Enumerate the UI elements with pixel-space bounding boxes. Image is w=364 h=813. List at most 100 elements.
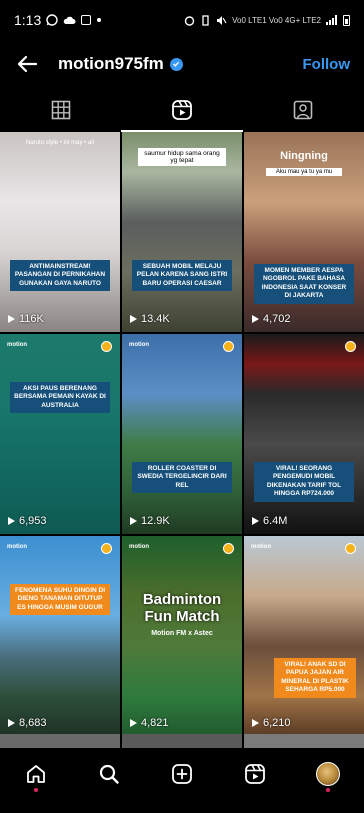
reel-caption: ANTIMAINSTREAM! PASANGAN DI PERNIKAHAN G…: [10, 260, 110, 292]
reel-tile[interactable]: Ningning Aku mau ya tu ya mu MOMEN MEMBE…: [244, 132, 364, 332]
reel-top-text: saumur hidup sama orang yg tepat: [138, 148, 226, 166]
brand-logo: motion: [251, 544, 271, 550]
nav-search[interactable]: [89, 754, 129, 794]
play-icon: [130, 315, 137, 323]
reel-view-count: 8,683: [19, 717, 47, 729]
sun-logo-icon: [223, 543, 234, 554]
follow-button[interactable]: Follow: [303, 56, 351, 73]
reels-grid: Naruto style • ini may • all ANTIMAINSTR…: [0, 132, 364, 736]
tab-grid[interactable]: [0, 88, 121, 132]
signal-icon: [326, 15, 337, 25]
reel-caption: MOMEN MEMBER AESPA NGOBROL PAKE BAHASA I…: [254, 264, 354, 304]
reel-tile[interactable]: motion Badminton Fun Match Motion FM x A…: [122, 536, 242, 736]
reel-views: 116K: [8, 313, 44, 325]
reel-tile[interactable]: motion AKSI PAUS BERENANG BERSAMA PEMAIN…: [0, 334, 120, 534]
search-icon: [100, 764, 119, 784]
reel-top-text: Ningning: [280, 150, 328, 162]
reel-subtitle: Aku mau ya tu ya mu: [266, 168, 342, 176]
whatsapp-icon: [46, 14, 58, 26]
play-icon: [252, 517, 259, 525]
brand-logo: motion: [129, 342, 149, 348]
reel-view-count: 6.4M: [263, 515, 288, 527]
arrow-left-icon: [17, 55, 38, 73]
play-icon: [252, 315, 259, 323]
reel-tile-peek: [244, 734, 364, 748]
profile-avatar: [315, 762, 340, 786]
nav-home[interactable]: [16, 754, 56, 794]
sun-logo-icon: [223, 341, 234, 352]
tagged-icon: [294, 100, 313, 120]
reel-views: 6,953: [8, 515, 47, 527]
reels-icon: [172, 100, 192, 120]
reel-tile[interactable]: motion ROLLER COASTER DI SWEDIA TERGELIN…: [122, 334, 242, 534]
play-icon: [8, 719, 15, 727]
sun-logo-icon: [101, 543, 112, 554]
battery-icon: [343, 14, 350, 26]
bottom-navigation: [0, 748, 364, 800]
tab-reels[interactable]: [121, 88, 243, 132]
reel-caption: VIRAL! ANAK SD DI PAPUA JAJAN AIR MINERA…: [274, 658, 356, 698]
status-time: 1:13: [14, 12, 42, 28]
sun-logo-icon: [101, 341, 112, 352]
network-label: Vo0 LTE1 Vo0 4G+ LTE2: [232, 15, 321, 25]
reel-view-count: 13.4K: [141, 313, 170, 325]
back-button[interactable]: [14, 51, 40, 77]
verified-badge-icon: [169, 57, 183, 71]
next-row-peek: [0, 734, 364, 748]
reel-tile[interactable]: motion FENOMENA SUHU DINGIN DI DIENG TAN…: [0, 536, 120, 736]
reel-views: 4,702: [252, 313, 291, 325]
reel-tile-peek: [122, 734, 242, 748]
reel-caption: FENOMENA SUHU DINGIN DI DIENG TANAMAN DI…: [10, 584, 110, 616]
home-icon: [27, 765, 46, 783]
reel-view-count: 4,702: [263, 313, 291, 325]
play-icon: [130, 719, 137, 727]
mute-icon: [217, 15, 227, 25]
vibrate-icon: [202, 14, 209, 26]
reel-caption: ROLLER COASTER DI SWEDIA TERGELINCIR DAR…: [132, 462, 232, 494]
profile-username: motion975fm: [58, 54, 164, 73]
nav-create[interactable]: [162, 754, 202, 794]
nav-reels[interactable]: [235, 754, 275, 794]
reel-view-count: 4,821: [141, 717, 169, 729]
brand-logo: motion: [7, 544, 27, 550]
reel-tile[interactable]: saumur hidup sama orang yg tepat SEBUAH …: [122, 132, 242, 332]
system-navigation-bar: [0, 800, 364, 813]
play-icon: [130, 517, 137, 525]
reel-top-text: Badminton Fun Match: [142, 591, 222, 625]
reel-view-count: 12.9K: [141, 515, 170, 527]
brand-logo: motion: [7, 342, 27, 348]
notification-dot: [325, 788, 330, 792]
create-icon: [172, 764, 192, 784]
reel-views: 6.4M: [252, 515, 287, 527]
profile-tabs: [0, 88, 364, 132]
reel-tile-peek: [0, 734, 120, 748]
reel-caption: VIRAL! SEORANG PENGEMUDI MOBIL DIKENAKAN…: [254, 462, 354, 502]
reel-tile[interactable]: motion VIRAL! ANAK SD DI PAPUA JAJAN AIR…: [244, 536, 364, 736]
reel-caption: SEBUAH MOBIL MELAJU PELAN KARENA SANG IS…: [132, 260, 232, 292]
brand-logo: motion: [129, 544, 149, 550]
profile-header: motion975fm Follow: [0, 40, 364, 88]
nav-profile[interactable]: [308, 754, 348, 794]
reel-views: 13.4K: [130, 313, 170, 325]
reel-views: 6,210: [252, 717, 291, 729]
reel-views: 8,683: [8, 717, 47, 729]
reel-view-count: 6,210: [263, 717, 291, 729]
gallery-notification-icon: [81, 15, 92, 25]
alarm-icon: [184, 15, 195, 26]
play-icon: [252, 719, 259, 727]
reel-view-count: 6,953: [19, 515, 47, 527]
status-bar: 1:13 Vo0 LTE1 Vo0 4G+ LTE2: [0, 0, 364, 40]
reel-caption: AKSI PAUS BERENANG BERSAMA PEMAIN KAYAK …: [10, 382, 110, 414]
reels-icon: [244, 764, 265, 784]
reel-subtitle: Motion FM x Astec: [151, 630, 213, 637]
dot-icon: [97, 18, 102, 22]
reel-views: 12.9K: [130, 515, 170, 527]
sun-logo-icon: [345, 341, 356, 352]
tab-tagged[interactable]: [243, 88, 364, 132]
reel-tile[interactable]: VIRAL! SEORANG PENGEMUDI MOBIL DIKENAKAN…: [244, 334, 364, 534]
reel-tile[interactable]: Naruto style • ini may • all ANTIMAINSTR…: [0, 132, 120, 332]
play-icon: [8, 517, 15, 525]
cloud-icon: [63, 16, 76, 24]
reel-view-count: 116K: [19, 313, 44, 325]
grid-icon: [51, 100, 70, 120]
